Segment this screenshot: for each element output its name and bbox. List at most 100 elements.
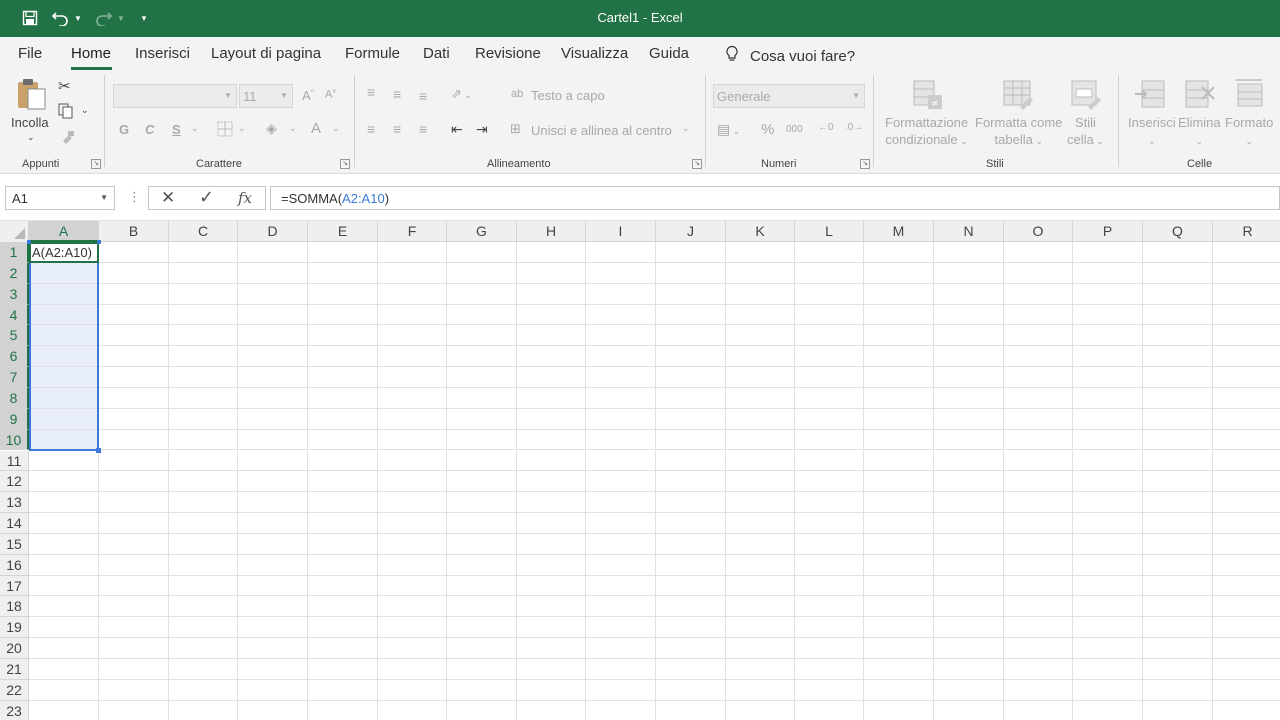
cell-a8[interactable]	[29, 387, 99, 409]
cell-e2[interactable]	[308, 262, 378, 284]
cell-g6[interactable]	[447, 346, 517, 368]
cell-j20[interactable]	[656, 638, 726, 659]
cell-n21[interactable]	[934, 659, 1004, 680]
worksheet-grid[interactable]: ABCDEFGHIJKLMNOPQR 1 2 3 4 5 6 7 8 9 10 11 12 13 14 15…	[0, 221, 1280, 720]
cell-n15[interactable]	[934, 533, 1004, 555]
cell-r20[interactable]	[1213, 638, 1280, 659]
cell-l1[interactable]	[795, 242, 864, 263]
cell-d2[interactable]	[238, 262, 308, 284]
cell-n9[interactable]	[934, 408, 1004, 430]
cell-g1[interactable]	[447, 242, 517, 263]
cell-a3[interactable]	[29, 283, 99, 305]
cell-a16[interactable]	[29, 554, 99, 576]
cell-i16[interactable]	[586, 554, 656, 576]
cell-i8[interactable]	[586, 387, 656, 409]
cell-e19[interactable]	[308, 617, 378, 639]
cell-m21[interactable]	[864, 659, 934, 680]
cell-i6[interactable]	[586, 346, 656, 368]
cell-h11[interactable]	[517, 450, 586, 472]
cell-b16[interactable]	[99, 554, 169, 576]
row-header-16[interactable]: 16	[0, 554, 29, 576]
paste-button[interactable]: Incolla	[11, 115, 49, 130]
cell-q6[interactable]	[1143, 346, 1213, 368]
cell-i9[interactable]	[586, 408, 656, 430]
cell-a20[interactable]	[29, 638, 99, 659]
cell-q21[interactable]	[1143, 659, 1213, 680]
insert-cells-icon[interactable]	[1134, 79, 1166, 112]
cell-q1[interactable]	[1143, 242, 1213, 263]
increase-decimal-icon[interactable]: ←0	[818, 122, 834, 133]
decrease-decimal-icon[interactable]: .0→	[845, 122, 863, 133]
select-all-button[interactable]	[0, 221, 29, 242]
cell-k7[interactable]	[726, 367, 795, 388]
cell-o17[interactable]	[1004, 575, 1073, 597]
delete-cells-icon[interactable]	[1184, 79, 1216, 112]
row-header-19[interactable]: 19	[0, 617, 29, 639]
cell-p7[interactable]	[1073, 367, 1143, 388]
fill-color-dropdown-icon[interactable]: ⌄	[289, 123, 297, 134]
cell-q22[interactable]	[1143, 679, 1213, 701]
cell-f22[interactable]	[378, 679, 447, 701]
column-header-e[interactable]: E	[308, 221, 378, 242]
cell-m1[interactable]	[864, 242, 934, 263]
cell-c16[interactable]	[169, 554, 238, 576]
cell-o4[interactable]	[1004, 304, 1073, 326]
cell-l9[interactable]	[795, 408, 864, 430]
cell-j23[interactable]	[656, 700, 726, 720]
cell-h22[interactable]	[517, 679, 586, 701]
cell-i12[interactable]	[586, 471, 656, 493]
cell-j17[interactable]	[656, 575, 726, 597]
cell-f12[interactable]	[378, 471, 447, 493]
row-header-7[interactable]: 7	[0, 367, 29, 388]
cell-e16[interactable]	[308, 554, 378, 576]
cell-k15[interactable]	[726, 533, 795, 555]
cell-g12[interactable]	[447, 471, 517, 493]
cell-i18[interactable]	[586, 596, 656, 618]
cell-q11[interactable]	[1143, 450, 1213, 472]
cell-r5[interactable]	[1213, 325, 1280, 347]
cell-n18[interactable]	[934, 596, 1004, 618]
row-header-10[interactable]: 10	[0, 429, 29, 451]
formula-input[interactable]: =SOMMA(A2:A10)	[270, 186, 1280, 210]
cell-r1[interactable]	[1213, 242, 1280, 263]
cell-p20[interactable]	[1073, 638, 1143, 659]
cell-b11[interactable]	[99, 450, 169, 472]
cell-e13[interactable]	[308, 492, 378, 514]
currency-icon[interactable]: ▤ ⌄	[717, 121, 740, 138]
increase-indent-icon[interactable]: ⇥	[476, 121, 488, 138]
cell-f11[interactable]	[378, 450, 447, 472]
cell-a21[interactable]	[29, 659, 99, 680]
cell-n22[interactable]	[934, 679, 1004, 701]
cell-p16[interactable]	[1073, 554, 1143, 576]
cell-f21[interactable]	[378, 659, 447, 680]
cell-l7[interactable]	[795, 367, 864, 388]
cell-j10[interactable]	[656, 429, 726, 451]
cell-n20[interactable]	[934, 638, 1004, 659]
number-format-combo[interactable]: Generale ▼	[713, 84, 865, 108]
align-left-icon[interactable]: ≡	[367, 121, 375, 137]
cell-l6[interactable]	[795, 346, 864, 368]
column-header-i[interactable]: I	[586, 221, 656, 242]
cell-q9[interactable]	[1143, 408, 1213, 430]
bold-button[interactable]: G	[119, 122, 129, 137]
cell-l22[interactable]	[795, 679, 864, 701]
cell-j11[interactable]	[656, 450, 726, 472]
cell-l21[interactable]	[795, 659, 864, 680]
cell-j14[interactable]	[656, 513, 726, 534]
cell-f5[interactable]	[378, 325, 447, 347]
column-header-m[interactable]: M	[864, 221, 934, 242]
cell-l5[interactable]	[795, 325, 864, 347]
cell-l3[interactable]	[795, 283, 864, 305]
cell-c19[interactable]	[169, 617, 238, 639]
tab-home[interactable]: Home	[71, 45, 111, 62]
cell-d6[interactable]	[238, 346, 308, 368]
cell-c1[interactable]	[169, 242, 238, 263]
cell-j18[interactable]	[656, 596, 726, 618]
cell-o22[interactable]	[1004, 679, 1073, 701]
cell-f14[interactable]	[378, 513, 447, 534]
enter-icon[interactable]: ✓	[199, 187, 214, 208]
cell-a12[interactable]	[29, 471, 99, 493]
cell-b13[interactable]	[99, 492, 169, 514]
cell-j19[interactable]	[656, 617, 726, 639]
cell-j4[interactable]	[656, 304, 726, 326]
